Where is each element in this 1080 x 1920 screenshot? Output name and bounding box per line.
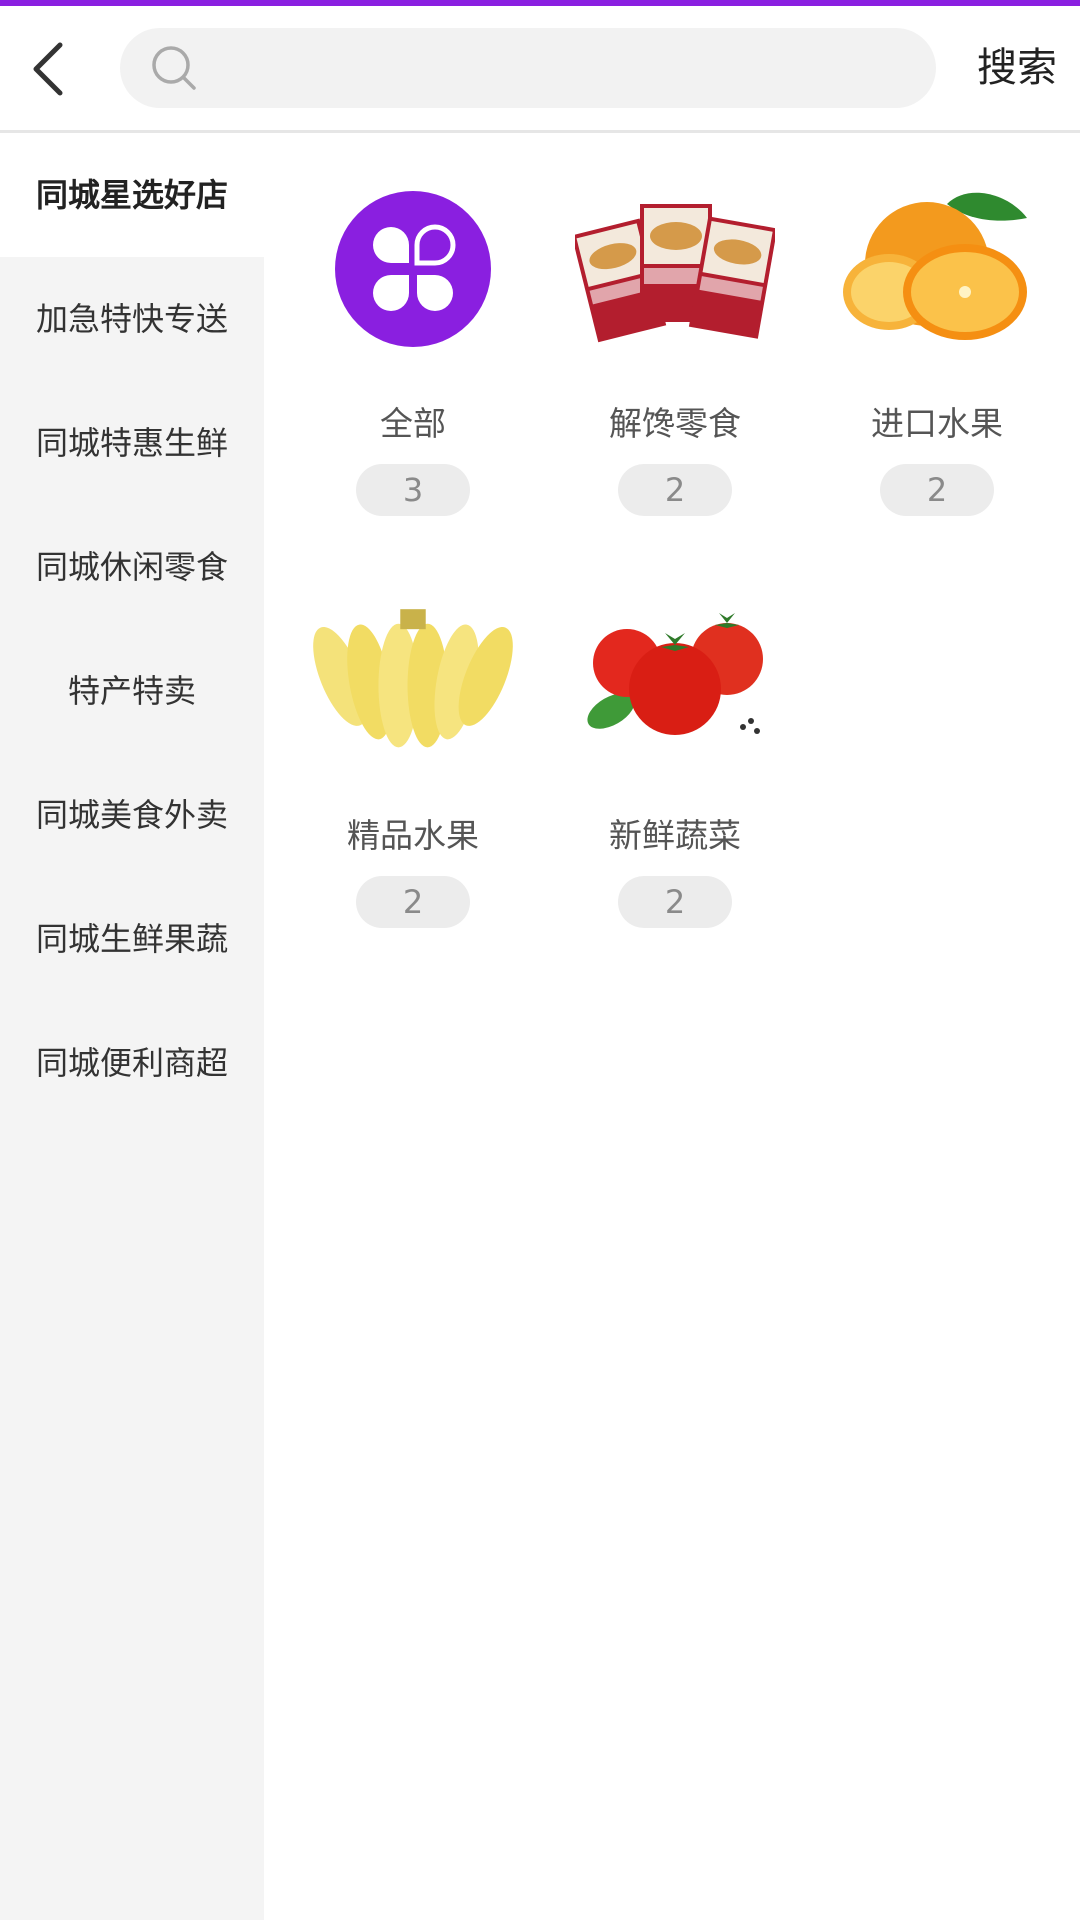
header: 搜索 xyxy=(0,6,1080,133)
category-name: 全部 xyxy=(380,404,446,443)
category-card-imported-fruit[interactable]: 进口水果 2 xyxy=(806,179,1068,591)
sidebar-item-snacks[interactable]: 同城休闲零食 xyxy=(0,505,264,629)
sidebar-item-fresh-produce[interactable]: 同城生鲜果蔬 xyxy=(0,877,264,1001)
orange-image xyxy=(837,179,1037,359)
sidebar-item-star-shops[interactable]: 同城星选好店 xyxy=(0,133,264,257)
category-count-badge: 2 xyxy=(880,464,994,516)
sidebar-item-specialties[interactable]: 特产特卖 xyxy=(0,629,264,753)
category-name: 新鲜蔬菜 xyxy=(609,816,741,855)
category-card-all[interactable]: 全部 3 xyxy=(282,179,544,591)
tomato-image xyxy=(575,591,775,771)
sidebar-item-fresh-deals[interactable]: 同城特惠生鲜 xyxy=(0,381,264,505)
search-box[interactable] xyxy=(120,28,936,110)
all-categories-icon xyxy=(313,179,513,359)
category-count-badge: 2 xyxy=(618,876,732,928)
category-count-badge: 2 xyxy=(618,464,732,516)
snack-crackers-image xyxy=(575,179,775,359)
back-button[interactable] xyxy=(18,34,78,104)
category-count-badge: 3 xyxy=(356,464,470,516)
sidebar-item-food-delivery[interactable]: 同城美食外卖 xyxy=(0,753,264,877)
category-grid: 全部 3 解馋零食 2 进口水果 2 精品水果 2 新鲜蔬菜 2 xyxy=(282,179,1068,1003)
category-card-premium-fruit[interactable]: 精品水果 2 xyxy=(282,591,544,1003)
category-content: 全部 3 解馋零食 2 进口水果 2 精品水果 2 新鲜蔬菜 2 xyxy=(264,133,1080,1920)
category-name: 进口水果 xyxy=(871,404,1003,443)
search-button[interactable]: 搜索 xyxy=(962,36,1072,100)
sidebar-item-convenience-store[interactable]: 同城便利商超 xyxy=(0,1001,264,1125)
category-card-snacks[interactable]: 解馋零食 2 xyxy=(544,179,806,591)
search-icon xyxy=(152,46,196,90)
search-input[interactable] xyxy=(216,28,910,110)
category-name: 精品水果 xyxy=(347,816,479,855)
sidebar-item-express-delivery[interactable]: 加急特快专送 xyxy=(0,257,264,381)
category-name: 解馋零食 xyxy=(609,404,741,443)
category-sidebar: 同城星选好店 加急特快专送 同城特惠生鲜 同城休闲零食 特产特卖 同城美食外卖 … xyxy=(0,133,264,1920)
category-card-fresh-vegetables[interactable]: 新鲜蔬菜 2 xyxy=(544,591,806,1003)
category-count-badge: 2 xyxy=(356,876,470,928)
chevron-left-icon xyxy=(33,42,63,96)
banana-image xyxy=(313,591,513,771)
